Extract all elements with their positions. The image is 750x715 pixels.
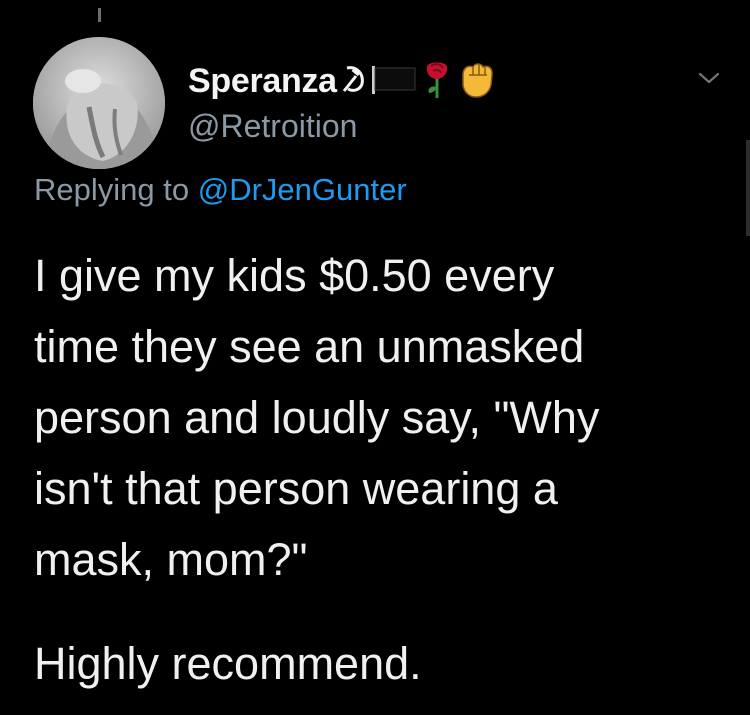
tweet-text-line: time they see an unmasked bbox=[34, 321, 585, 372]
hammer-sickle-icon bbox=[341, 64, 367, 99]
raised-fist-icon bbox=[457, 59, 497, 104]
status-bar-fragment bbox=[98, 8, 101, 22]
tweet-text-line: mask, mom?" bbox=[34, 534, 308, 585]
profile-photo-image bbox=[33, 37, 165, 169]
tweet-text: I give my kids $0.50 every time they see… bbox=[34, 240, 724, 595]
tweet-closing-line: Highly recommend. bbox=[34, 638, 422, 689]
author-name-row[interactable]: Speranza bbox=[188, 58, 497, 104]
tweet-text-line: person and loudly say, "Why bbox=[34, 392, 600, 443]
author-display-name[interactable]: Speranza bbox=[188, 62, 337, 101]
tweet-text-line: isn't that person wearing a bbox=[34, 463, 558, 514]
avatar[interactable] bbox=[33, 37, 165, 169]
replying-to-line: Replying to @DrJenGunter bbox=[34, 172, 407, 208]
chevron-down-icon[interactable] bbox=[694, 66, 724, 90]
replying-to-label: Replying to bbox=[34, 172, 198, 207]
scroll-indicator bbox=[746, 140, 750, 236]
tweet-text-line: I give my kids $0.50 every bbox=[34, 250, 555, 301]
author-handle[interactable]: @Retroition bbox=[188, 108, 357, 145]
black-flag-icon bbox=[371, 64, 417, 99]
reply-mention-link[interactable]: @DrJenGunter bbox=[198, 172, 407, 207]
rose-icon bbox=[421, 59, 453, 104]
